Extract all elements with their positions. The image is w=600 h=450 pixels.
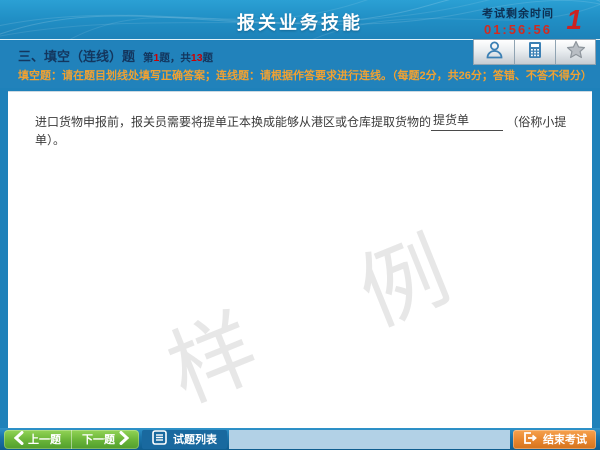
timer-label: 考试剩余时间 <box>482 5 554 21</box>
calculator-icon <box>526 41 544 64</box>
timer-badge: 1 <box>566 4 582 36</box>
chevron-right-icon <box>119 431 129 448</box>
question-text: 进口货物申报前，报关员需要将提单正本换成能够从港区或仓库提取货物的提货单 （俗称… <box>35 111 575 149</box>
answer-blank[interactable]: 提货单 <box>431 111 503 131</box>
calculator-button[interactable] <box>514 39 555 65</box>
prev-question-label: 上一题 <box>28 431 61 447</box>
user-icon <box>485 40 504 64</box>
question-progress: 第1题，共13题 <box>143 52 213 64</box>
question-nav-group: 上一题 下一题 <box>4 430 139 449</box>
question-text-before: 进口货物申报前，报关员需要将提单正本换成能够从港区或仓库提取货物的 <box>35 115 431 129</box>
question-panel: 进口货物申报前，报关员需要将提单正本换成能够从港区或仓库提取货物的提货单 （俗称… <box>8 91 592 428</box>
footer-bar: 上一题 下一题 试题列表 结束考试 <box>0 428 600 450</box>
next-question-button[interactable]: 下一题 <box>71 430 139 449</box>
content-frame: 进口货物申报前，报关员需要将提单正本换成能够从港区或仓库提取货物的提货单 （俗称… <box>0 88 600 428</box>
section-instructions: 填空题：请在题目划线处填写正确答案；连线题：请根据作答要求进行连线。（每题2分，… <box>18 67 578 83</box>
end-exam-button[interactable]: 结束考试 <box>513 430 596 449</box>
chevron-left-icon <box>14 431 24 448</box>
exam-timer: 考试剩余时间 01:56:56 <box>482 5 554 37</box>
timer-value: 01:56:56 <box>482 22 554 37</box>
star-icon <box>566 40 586 65</box>
user-info-button[interactable] <box>473 39 514 65</box>
toolbar <box>473 39 596 65</box>
question-list-button[interactable]: 试题列表 <box>142 430 227 449</box>
prev-question-button[interactable]: 上一题 <box>4 430 71 449</box>
section-title: 三、填空（连线）题 <box>18 49 135 64</box>
footer-strip <box>229 430 510 449</box>
app-header: 报关业务技能 考试剩余时间 01:56:56 1 <box>0 0 600 40</box>
question-bar: 三、填空（连线）题第1题，共13题 填空题：请在题目划线处填写正确答案；连线题：… <box>0 41 600 88</box>
exit-icon <box>522 431 538 448</box>
end-exam-label: 结束考试 <box>543 431 587 447</box>
sample-watermark: 样 例 <box>147 183 509 426</box>
list-icon <box>152 430 167 448</box>
favorite-button[interactable] <box>555 39 596 65</box>
next-question-label: 下一题 <box>82 431 115 447</box>
question-list-label: 试题列表 <box>173 431 217 447</box>
total-question-number: 13 <box>191 52 203 64</box>
